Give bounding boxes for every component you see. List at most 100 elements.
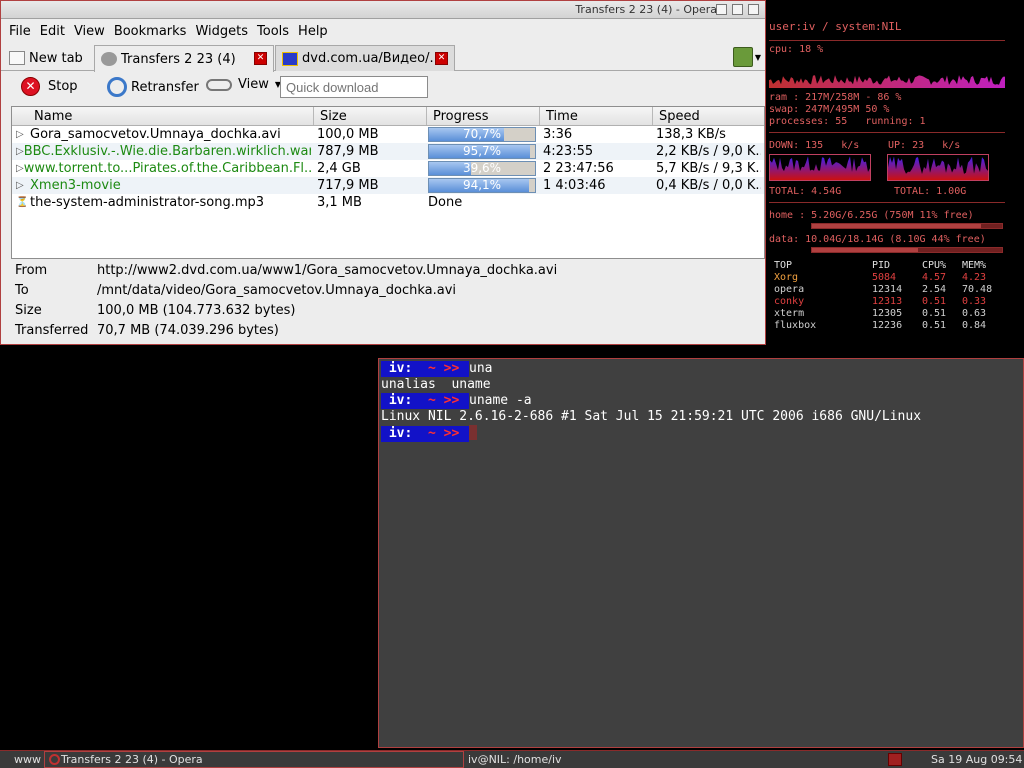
column-progress[interactable]: Progress <box>427 107 540 125</box>
stop-button[interactable]: ✕ Stop <box>21 77 78 96</box>
tray-icon[interactable] <box>888 753 902 766</box>
transfer-speed: 2,2 KB/s / 9,0 K... <box>656 144 761 159</box>
table-row[interactable]: ⏳ the-system-administrator-song.mp3 3,1 MB… <box>12 194 764 211</box>
top-cell: 0.51 <box>922 308 947 319</box>
conky-header: user:iv / system:NIL <box>769 20 902 33</box>
transfer-name: BBC.Exklusiv.-.Wie.die.Barbaren.wirklich… <box>23 144 311 159</box>
column-time[interactable]: Time <box>540 107 653 125</box>
cpu-graph <box>769 58 1005 88</box>
maximize-button[interactable] <box>732 4 743 15</box>
minimize-button[interactable] <box>716 4 727 15</box>
close-tab-icon[interactable]: ✕ <box>254 52 267 65</box>
table-row[interactable]: ▷ Gora_samocvetov.Umnaya_dochka.avi 100,0 … <box>12 126 764 143</box>
data-disk-bar <box>811 247 1003 253</box>
new-tab-button[interactable]: New tab <box>3 45 93 71</box>
quick-download-input[interactable] <box>280 76 428 98</box>
taskbar-item-opera[interactable]: Transfers 2 23 (4) - Opera <box>44 751 464 768</box>
menu-bookmarks[interactable]: Bookmarks <box>114 24 187 39</box>
menu-tools[interactable]: Tools <box>257 24 289 39</box>
up-graph-svg <box>888 156 988 180</box>
from-label: From <box>15 263 48 278</box>
close-tab-icon[interactable]: ✕ <box>435 52 448 65</box>
top-header: MEM% <box>962 260 987 271</box>
prompt-tilde: ~ <box>427 393 436 408</box>
progress-bar: 95,7% <box>428 144 536 159</box>
table-row[interactable]: ▷ www.torrent.to...Pirates.of.the.Caribbe… <box>12 160 764 177</box>
menu-bar: File Edit View Bookmarks Widgets Tools H… <box>1 19 765 43</box>
transfers-icon <box>101 52 117 66</box>
ram-text: ram : 217M/258M - 86 % <box>769 92 902 103</box>
transfer-speed: 138,3 KB/s <box>656 127 726 142</box>
home-disk-bar-fill <box>812 224 982 228</box>
column-speed[interactable]: Speed <box>653 107 764 125</box>
retransfer-button[interactable]: Retransfer <box>107 77 199 97</box>
transfer-name: the-system-administrator-song.mp3 <box>30 195 265 210</box>
tab-transfers[interactable]: Transfers 2 23 (4) ✕ <box>94 45 274 72</box>
table-row[interactable]: ▷ BBC.Exklusiv.-.Wie.die.Barbaren.wirklic… <box>12 143 764 160</box>
shell-prompt: iv: ~ >> <box>381 393 469 409</box>
transfer-time: 4:23:55 <box>543 144 594 159</box>
transfer-size: 787,9 MB <box>317 144 379 159</box>
terminal-output: iv: ~ >> una unalias uname iv: ~ >> uname -… <box>379 359 1023 442</box>
menu-file[interactable]: File <box>9 24 31 39</box>
divider <box>769 40 1005 41</box>
window-title: Transfers 2 23 (4) - Opera <box>575 3 717 16</box>
transfer-speed: 0,4 KB/s / 0,0 K... <box>656 178 761 193</box>
divider <box>769 132 1005 133</box>
progress-text: 95,7% <box>462 144 502 158</box>
terminal-prompt-line: iv: ~ >> <box>379 425 1023 442</box>
top-cell: 0.51 <box>922 296 947 307</box>
down-graph-area <box>770 156 870 180</box>
top-cell: 0.51 <box>922 320 947 331</box>
top-cell: 12314 <box>872 284 903 295</box>
total-up-text: TOTAL: 1.00G <box>894 186 967 197</box>
down-graph-svg <box>770 156 870 180</box>
list-header: Name Size Progress Time Speed <box>12 107 764 126</box>
menu-edit[interactable]: Edit <box>40 24 65 39</box>
view-button[interactable]: View ▼ <box>206 77 281 92</box>
table-row[interactable]: ▷ Xmen3-movie 717,9 MB 94,1% 1 4:03:46 0,4 KB… <box>12 177 764 194</box>
size-value: 100,0 MB (104.773.632 bytes) <box>97 303 296 318</box>
command-text: uname -a <box>469 393 532 408</box>
progress-bar: 70,7% <box>428 127 536 142</box>
home-disk-bar <box>811 223 1003 229</box>
transfer-rows: ▷ Gora_samocvetov.Umnaya_dochka.avi 100,0 … <box>12 126 764 211</box>
taskbar-item-terminal[interactable]: iv@NIL: /home/iv <box>468 753 562 766</box>
top-cell: opera <box>774 284 805 295</box>
swap-text: swap: 247M/495M 50 % <box>769 104 890 115</box>
top-cell: 12236 <box>872 320 903 331</box>
play-icon: ▷ <box>16 180 24 191</box>
prompt-tilde: ~ <box>427 426 436 441</box>
size-label: Size <box>15 303 42 318</box>
top-cell: 0.84 <box>962 320 987 331</box>
terminal-output-line: Linux NIL 2.6.16-2-686 #1 Sat Jul 15 21:… <box>379 409 1023 425</box>
glasses-icon <box>206 78 232 91</box>
column-name[interactable]: Name <box>12 107 314 125</box>
taskbar: www Transfers 2 23 (4) - Opera iv@NIL: /… <box>0 750 1024 768</box>
terminal-window[interactable]: iv: ~ >> una unalias uname iv: ~ >> uname -… <box>378 358 1024 748</box>
tab-dvd[interactable]: dvd.com.ua/Видео/... ✕ <box>275 45 455 71</box>
column-size[interactable]: Size <box>314 107 427 125</box>
menu-view[interactable]: View <box>74 24 105 39</box>
transfers-list: Name Size Progress Time Speed ▷ Gora_samo… <box>11 106 765 259</box>
up-graph <box>887 154 989 181</box>
total-down-text: TOTAL: 4.54G <box>769 186 842 197</box>
progress-text: 70,7% <box>462 127 502 141</box>
down-text: DOWN: 135 k/s <box>769 140 860 151</box>
top-cell: fluxbox <box>774 320 817 331</box>
title-bar[interactable]: Transfers 2 23 (4) - Opera <box>1 1 765 19</box>
chevron-down-icon[interactable]: ▼ <box>755 53 761 62</box>
menu-widgets[interactable]: Widgets <box>195 24 248 39</box>
terminal-prompt-line: iv: ~ >> una <box>379 361 1023 377</box>
workspace-name[interactable]: www <box>14 753 41 766</box>
menu-help[interactable]: Help <box>298 24 328 39</box>
clock: Sa 19 Aug 09:54 <box>931 753 1023 766</box>
close-button[interactable] <box>748 4 759 15</box>
opera-window: Transfers 2 23 (4) - Opera File Edit Vie… <box>0 0 766 345</box>
processes-text: processes: 55 running: 1 <box>769 116 926 127</box>
trash-icon[interactable] <box>733 47 753 67</box>
top-cell: xterm <box>774 308 805 319</box>
play-icon: ▷ <box>16 146 24 157</box>
transfer-speed: 5,7 KB/s / 9,3 K... <box>656 161 761 176</box>
transfer-name: www.torrent.to...Pirates.of.the.Caribbea… <box>23 161 311 176</box>
